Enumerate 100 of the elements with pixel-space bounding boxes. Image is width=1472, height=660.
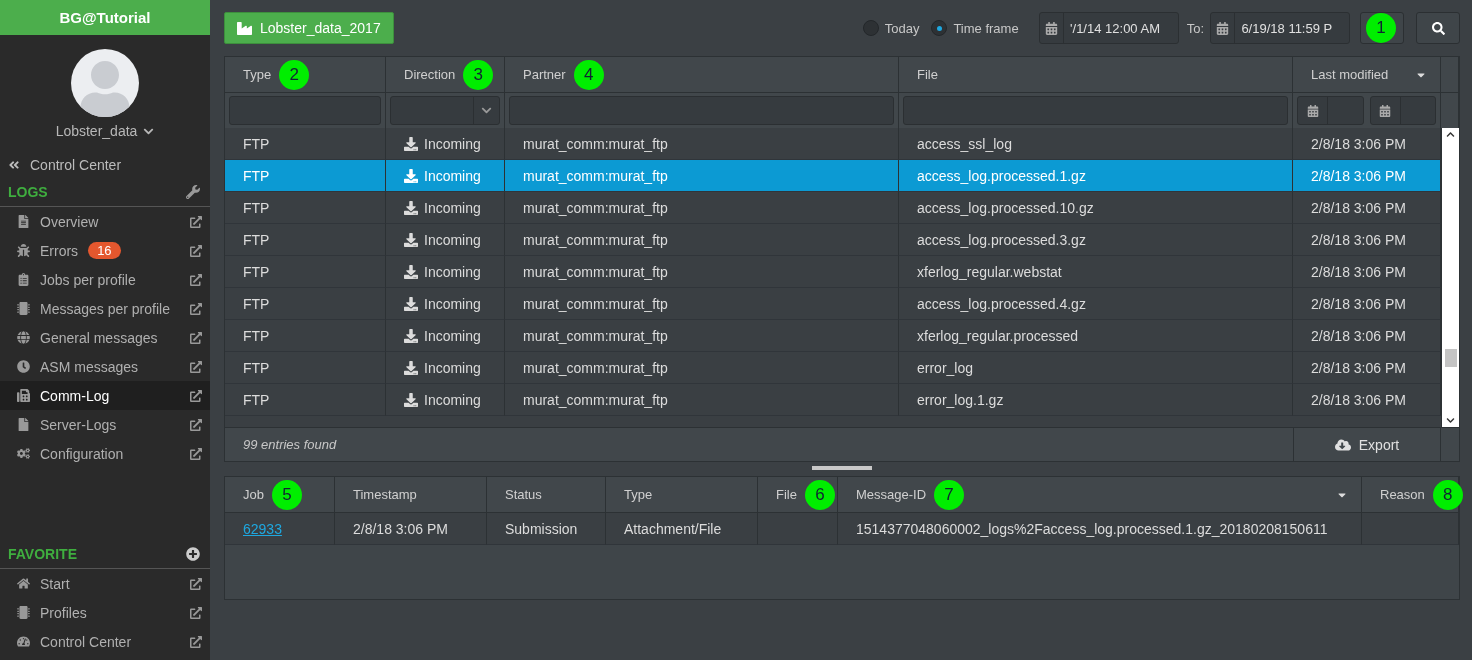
column-header-label: Last modified	[1311, 67, 1389, 82]
column-header-label: Reason	[1380, 487, 1425, 502]
table-cell[interactable]: error_log.1.gz	[899, 384, 1293, 416]
table-cell[interactable]: xferlog_regular.webstat	[899, 256, 1293, 288]
sidebar-item[interactable]: Jobs per profile	[0, 265, 210, 294]
to-label: To:	[1186, 20, 1204, 36]
column-header[interactable]: Last modified	[1293, 57, 1441, 93]
sidebar-item[interactable]: Overview	[0, 207, 210, 236]
sidebar-item[interactable]: Start	[0, 569, 210, 598]
table-cell[interactable]: access_log.processed.3.gz	[899, 224, 1293, 256]
sidebar-item[interactable]: Profiles	[0, 598, 210, 627]
column-header[interactable]: Type 2	[225, 57, 386, 93]
table-cell[interactable]: Incoming	[386, 288, 505, 320]
table-cell[interactable]: 2/8/18 3:06 PM	[1293, 192, 1441, 224]
table-cell[interactable]: murat_comm:murat_ftp	[505, 288, 899, 320]
table-cell[interactable]: FTP	[225, 224, 386, 256]
column-header-label: Partner	[523, 67, 566, 82]
table-cell: Attachment/File	[606, 513, 758, 545]
table-cell[interactable]: murat_comm:murat_ftp	[505, 128, 899, 160]
table-cell[interactable]: 2/8/18 3:06 PM	[1293, 352, 1441, 384]
table-cell[interactable]: FTP	[225, 384, 386, 416]
table-cell[interactable]: Incoming	[386, 224, 505, 256]
error-count-badge: 16	[88, 242, 121, 259]
table-cell[interactable]: 2/8/18 3:06 PM	[1293, 128, 1441, 160]
column-header[interactable]: Partner 4	[505, 57, 899, 93]
table-cell[interactable]: 2/8/18 3:06 PM	[1293, 288, 1441, 320]
from-date-input[interactable]: '/1/14 12:00 AM	[1064, 20, 1178, 36]
brand-title: BG@Tutorial	[0, 0, 210, 35]
sidebar-item[interactable]: ASM messages	[0, 352, 210, 381]
sidebar-item[interactable]: Comm-Log	[0, 381, 210, 410]
column-header[interactable]: Job 5	[225, 477, 335, 513]
column-header-label: Status	[505, 487, 542, 502]
section-title: LOGS	[8, 183, 48, 200]
sidebar-item[interactable]: Errors 16	[0, 236, 210, 265]
column-header-label: Timestamp	[353, 487, 417, 502]
table-cell[interactable]: 2/8/18 3:06 PM	[1293, 384, 1441, 416]
numbered-callout: 5	[271, 479, 302, 510]
column-header[interactable]: Direction 3	[386, 57, 505, 93]
table-cell[interactable]: FTP	[225, 192, 386, 224]
column-header-label: Message-ID	[856, 487, 927, 502]
table-cell[interactable]: FTP	[225, 288, 386, 320]
table-cell[interactable]: error_log	[899, 352, 1293, 384]
table-cell[interactable]: FTP	[225, 128, 386, 160]
column-header[interactable]: Status	[487, 477, 606, 513]
export-button[interactable]: Export	[1293, 428, 1441, 461]
column-header[interactable]: Timestamp	[335, 477, 487, 513]
sidebar-item[interactable]: Server-Logs	[0, 410, 210, 439]
table-cell[interactable]: Incoming	[386, 256, 505, 288]
table-cell[interactable]: Incoming	[386, 384, 505, 416]
back-link[interactable]: Control Center	[0, 153, 210, 177]
table-cell[interactable]: access_log.processed.4.gz	[899, 288, 1293, 320]
table-cell[interactable]: access_log.processed.10.gz	[899, 192, 1293, 224]
table-cell[interactable]: murat_comm:murat_ftp	[505, 224, 899, 256]
table-cell[interactable]: 2/8/18 3:06 PM	[1293, 256, 1441, 288]
sidebar-item[interactable]: Control Center	[0, 627, 210, 656]
sidebar-item[interactable]: General messages	[0, 323, 210, 352]
table-cell[interactable]: murat_comm:murat_ftp	[505, 256, 899, 288]
table-cell[interactable]: murat_comm:murat_ftp	[505, 192, 899, 224]
table-cell[interactable]: murat_comm:murat_ftp	[505, 320, 899, 352]
radio-option[interactable]: Today	[862, 20, 920, 36]
table-cell[interactable]: murat_comm:murat_ftp	[505, 352, 899, 384]
user-menu[interactable]: Lobster_data	[0, 123, 210, 139]
table-cell: 2/8/18 3:06 PM	[335, 513, 487, 545]
table-cell[interactable]: Incoming	[386, 128, 505, 160]
sidebar-item[interactable]: Configuration	[0, 439, 210, 468]
section-title: FAVORITE	[8, 545, 77, 562]
to-date-field[interactable]: 6/19/18 11:59 P	[1210, 12, 1350, 44]
numbered-callout: 7	[934, 479, 965, 510]
table-cell: 1514377048060002_logs%2Faccess_log.processed.1.gz_20180208150611	[838, 513, 1362, 545]
table-cell[interactable]: Incoming	[386, 320, 505, 352]
table-cell[interactable]: FTP	[225, 256, 386, 288]
column-header-label: Direction	[404, 67, 456, 82]
column-header-label: File	[917, 67, 938, 82]
table-cell[interactable]: FTP	[225, 320, 386, 352]
column-header[interactable]: File	[899, 57, 1293, 93]
column-header-label: Job	[243, 487, 264, 502]
column-header[interactable]: File 6	[758, 477, 838, 513]
table-cell[interactable]: access_ssl_log	[899, 128, 1293, 160]
table-cell[interactable]: Incoming	[386, 192, 505, 224]
table-cell[interactable]: xferlog_regular.processed	[899, 320, 1293, 352]
column-header[interactable]: Message-ID 7	[838, 477, 1362, 513]
table-cell[interactable]: murat_comm:murat_ftp	[505, 384, 899, 416]
table-cell[interactable]: 2/8/18 3:06 PM	[1293, 224, 1441, 256]
column-header[interactable]: Type	[606, 477, 758, 513]
table-cell[interactable]: 2/8/18 3:06 PM	[1293, 320, 1441, 352]
from-date-field[interactable]: '/1/14 12:00 AM	[1038, 12, 1179, 44]
job-link[interactable]: 62933	[243, 520, 282, 537]
column-header-label: Type	[243, 67, 272, 82]
sidebar-item[interactable]: Messages per profile	[0, 294, 210, 323]
radio-option[interactable]: Time frame	[931, 20, 1019, 36]
table-cell[interactable]: FTP	[225, 352, 386, 384]
numbered-callout: 8	[1432, 479, 1463, 510]
to-date-input[interactable]: 6/19/18 11:59 P	[1235, 20, 1349, 36]
table-cell[interactable]: Incoming	[386, 352, 505, 384]
numbered-callout: 4	[573, 59, 604, 90]
numbered-callout: 6	[804, 479, 835, 510]
column-header-label: Type	[624, 487, 653, 502]
numbered-callout: 2	[279, 59, 310, 90]
entry-count: 99 entries found	[242, 436, 338, 454]
numbered-callout: 3	[463, 59, 494, 90]
